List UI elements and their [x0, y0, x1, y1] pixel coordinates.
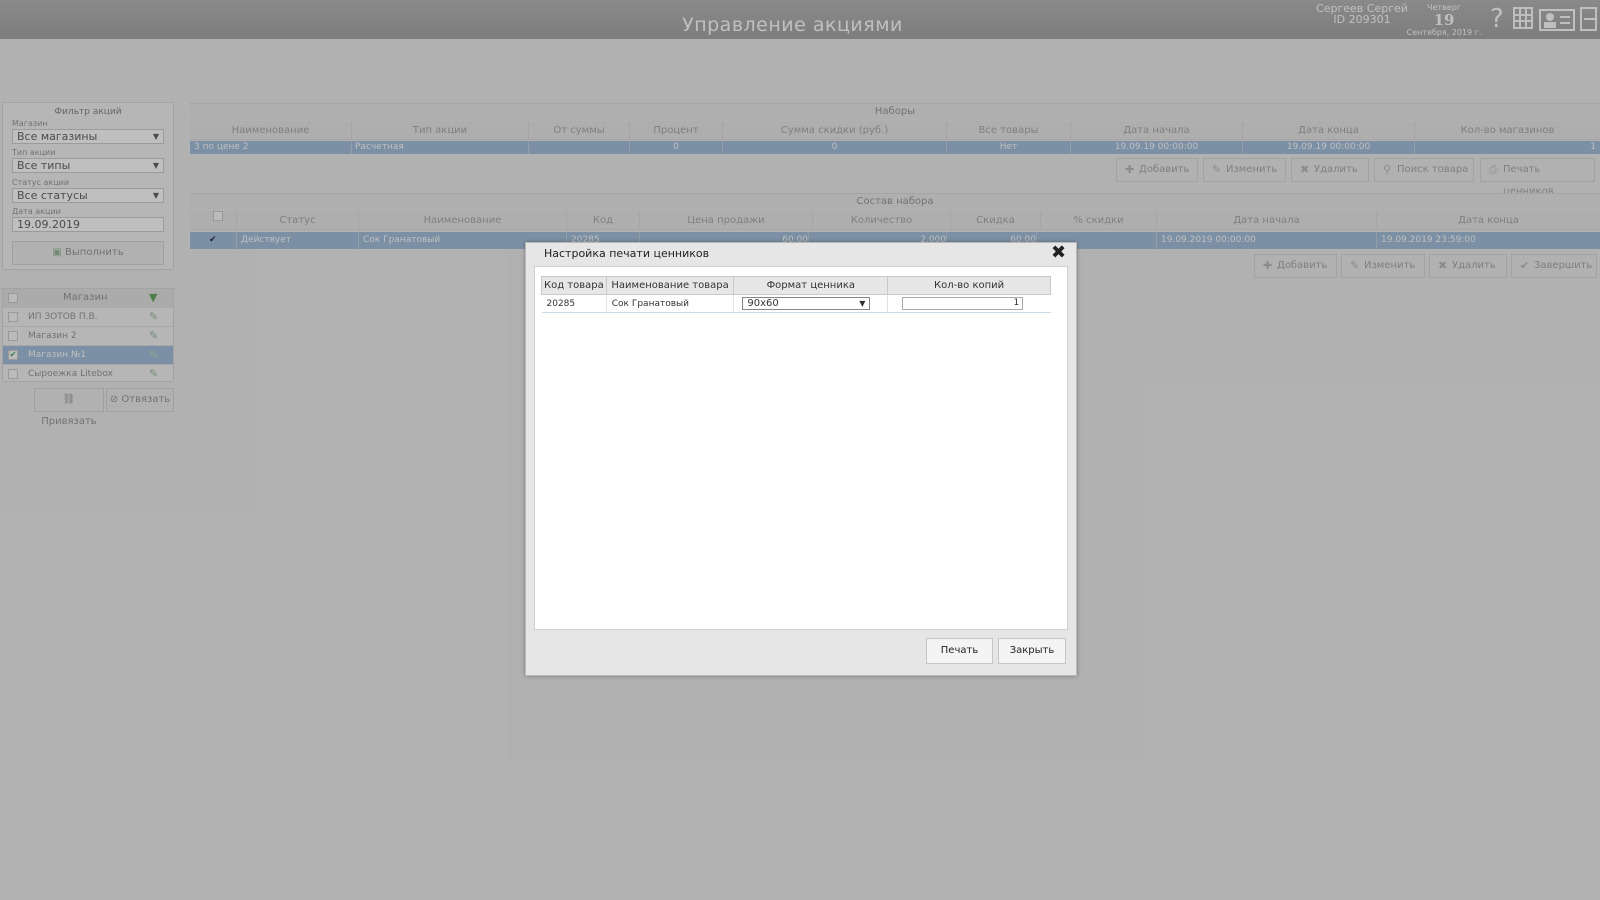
copies-input[interactable]: 1 [902, 297, 1024, 310]
table-row: 20285 Сок Гранатовый 90x60 ▼ 1 [541, 294, 1051, 313]
print-settings-dialog: Настройка печати ценников ✖ Код товара Н… [525, 242, 1077, 676]
tag-format-value: 90x60 [747, 298, 779, 309]
close-button[interactable]: Закрыть [998, 638, 1066, 664]
copies-cell: 1 [887, 294, 1051, 313]
product-name: Сок Гранатовый [605, 294, 734, 313]
dialog-body: Код товара Наименование товара Формат це… [534, 266, 1068, 630]
chevron-down-icon: ▼ [859, 299, 866, 308]
col-product-code: Код товара [541, 276, 607, 295]
price-tag-table: Код товара Наименование товара Формат це… [541, 276, 1051, 313]
col-product-name: Наименование товара [605, 276, 735, 295]
tag-format-cell: 90x60 ▼ [733, 294, 888, 313]
col-copies: Кол-во копий [887, 276, 1051, 295]
dialog-title: Настройка печати ценников [544, 247, 710, 260]
close-icon[interactable]: ✖ [1051, 243, 1066, 263]
print-button[interactable]: Печать [926, 638, 993, 664]
tag-format-select[interactable]: 90x60 ▼ [742, 297, 871, 310]
product-code: 20285 [541, 294, 607, 313]
col-tag-format: Формат ценника [733, 276, 889, 295]
